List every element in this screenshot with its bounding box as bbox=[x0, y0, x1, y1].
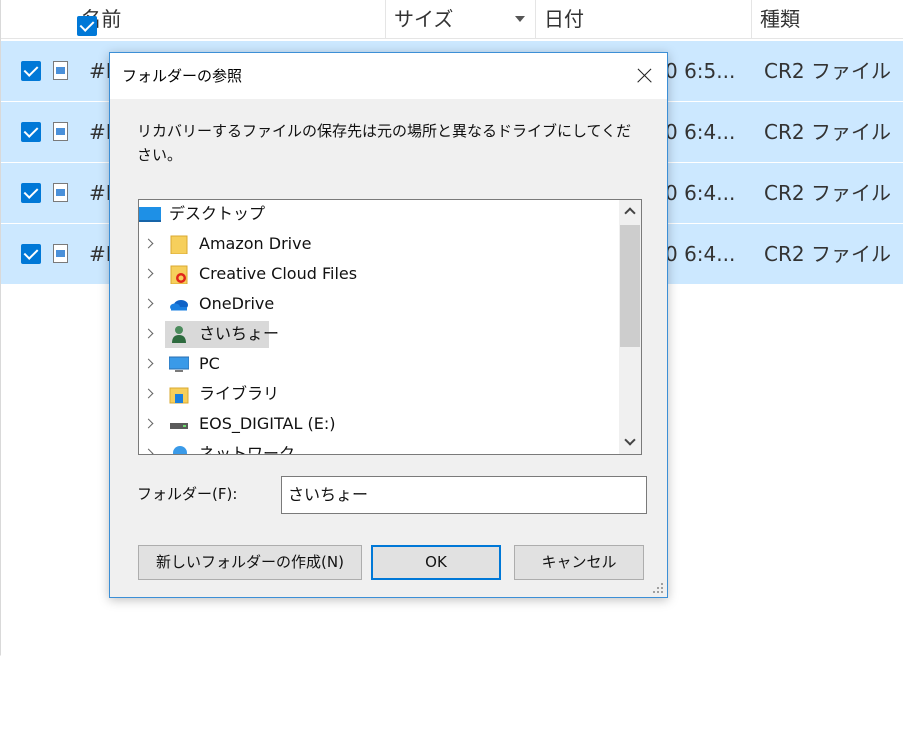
image-file-icon bbox=[53, 61, 68, 80]
row-type: CR2 ファイル bbox=[764, 120, 891, 144]
desktop-icon bbox=[139, 207, 161, 222]
column-header-size[interactable]: サイズ bbox=[386, 0, 536, 38]
image-file-icon bbox=[53, 244, 68, 263]
row-type: CR2 ファイル bbox=[764, 242, 891, 266]
folder-input[interactable]: さいちょー bbox=[281, 476, 647, 514]
drive-icon bbox=[170, 423, 188, 429]
column-header-size-label: サイズ bbox=[394, 7, 454, 31]
tree-item-drive[interactable]: EOS_DIGITAL (E:) bbox=[139, 410, 619, 438]
tree-item-label: さいちょー bbox=[199, 324, 280, 343]
network-icon bbox=[173, 446, 187, 454]
new-folder-button[interactable]: 新しいフォルダーの作成(N) bbox=[138, 545, 362, 580]
tree-item-label: EOS_DIGITAL (E:) bbox=[199, 414, 336, 433]
chevron-right-icon[interactable] bbox=[143, 388, 154, 399]
tree-item-label: ライブラリ bbox=[199, 384, 280, 403]
row-checkbox[interactable] bbox=[21, 61, 41, 81]
close-icon[interactable] bbox=[621, 53, 667, 99]
chevron-right-icon[interactable] bbox=[143, 358, 154, 369]
row-date: 0 6:4... bbox=[665, 242, 736, 266]
tree-item-onedrive[interactable]: OneDrive bbox=[139, 290, 619, 318]
select-all-checkbox[interactable] bbox=[77, 16, 97, 36]
user-icon bbox=[172, 326, 186, 343]
column-header-name[interactable]: 名前 bbox=[1, 0, 386, 38]
tree-item-label: Amazon Drive bbox=[199, 234, 312, 253]
onedrive-cloud-icon bbox=[170, 300, 188, 311]
image-file-icon bbox=[53, 122, 68, 141]
tree-item-library[interactable]: ライブラリ bbox=[139, 380, 619, 408]
folder-icon bbox=[170, 235, 188, 254]
row-checkbox[interactable] bbox=[21, 183, 41, 203]
list-header: 名前 サイズ 日付 種類 bbox=[1, 0, 903, 39]
column-header-date-label: 日付 bbox=[544, 7, 584, 31]
chevron-right-icon[interactable] bbox=[143, 268, 154, 279]
resize-grip-icon[interactable] bbox=[652, 582, 664, 594]
tree-item-label: ネットワーク bbox=[199, 444, 296, 455]
chevron-right-icon[interactable] bbox=[143, 418, 154, 429]
column-header-type-label: 種類 bbox=[760, 7, 800, 31]
tree-item-creative-cloud[interactable]: Creative Cloud Files bbox=[139, 260, 619, 288]
tree-item-network[interactable]: ネットワーク bbox=[139, 440, 619, 455]
ok-button[interactable]: OK bbox=[371, 545, 501, 580]
tree-item-label: デスクトップ bbox=[169, 204, 266, 223]
tree-item-pc[interactable]: PC bbox=[139, 350, 619, 378]
column-header-type[interactable]: 種類 bbox=[752, 0, 903, 38]
row-date: 0 6:4... bbox=[665, 181, 736, 205]
tree-item-amazon-drive[interactable]: Amazon Drive bbox=[139, 230, 619, 258]
row-type: CR2 ファイル bbox=[764, 59, 891, 83]
scroll-down-icon[interactable] bbox=[619, 432, 641, 454]
image-file-icon bbox=[53, 183, 68, 202]
row-checkbox[interactable] bbox=[21, 244, 41, 264]
row-type: CR2 ファイル bbox=[764, 181, 891, 205]
tree-item-desktop[interactable]: デスクトップ bbox=[139, 200, 619, 228]
sort-down-icon[interactable] bbox=[515, 16, 525, 22]
cancel-button[interactable]: キャンセル bbox=[514, 545, 644, 580]
scrollbar-thumb[interactable] bbox=[620, 225, 640, 347]
creative-cloud-folder-icon bbox=[170, 265, 188, 284]
dialog-titlebar[interactable]: フォルダーの参照 bbox=[110, 53, 667, 99]
tree-scrollbar[interactable] bbox=[619, 200, 641, 454]
row-date: 0 6:4... bbox=[665, 120, 736, 144]
folder-tree[interactable]: デスクトップ Amazon Drive Creative Cloud Files bbox=[138, 199, 642, 455]
chevron-right-icon[interactable] bbox=[143, 328, 154, 339]
chevron-right-icon[interactable] bbox=[143, 298, 154, 309]
tree-item-label: PC bbox=[199, 354, 220, 373]
library-folder-icon bbox=[169, 387, 189, 404]
dialog-title: フォルダーの参照 bbox=[122, 67, 243, 85]
row-checkbox[interactable] bbox=[21, 122, 41, 142]
pc-monitor-icon bbox=[169, 356, 189, 372]
row-date: 0 6:5... bbox=[665, 59, 736, 83]
column-header-date[interactable]: 日付 bbox=[536, 0, 752, 38]
dialog-description: リカバリーするファイルの保存先は元の場所と異なるドライブにしてください。 bbox=[137, 122, 632, 164]
chevron-right-icon[interactable] bbox=[143, 448, 154, 454]
scroll-up-icon[interactable] bbox=[619, 200, 641, 222]
tree-item-label: Creative Cloud Files bbox=[199, 264, 358, 283]
tree-item-label: OneDrive bbox=[199, 294, 275, 313]
browse-folder-dialog: フォルダーの参照 リカバリーするファイルの保存先は元の場所と異なるドライブにして… bbox=[109, 52, 668, 598]
chevron-right-icon[interactable] bbox=[143, 238, 154, 249]
tree-item-user[interactable]: さいちょー bbox=[139, 320, 619, 348]
folder-field-label: フォルダー(F): bbox=[137, 485, 238, 503]
